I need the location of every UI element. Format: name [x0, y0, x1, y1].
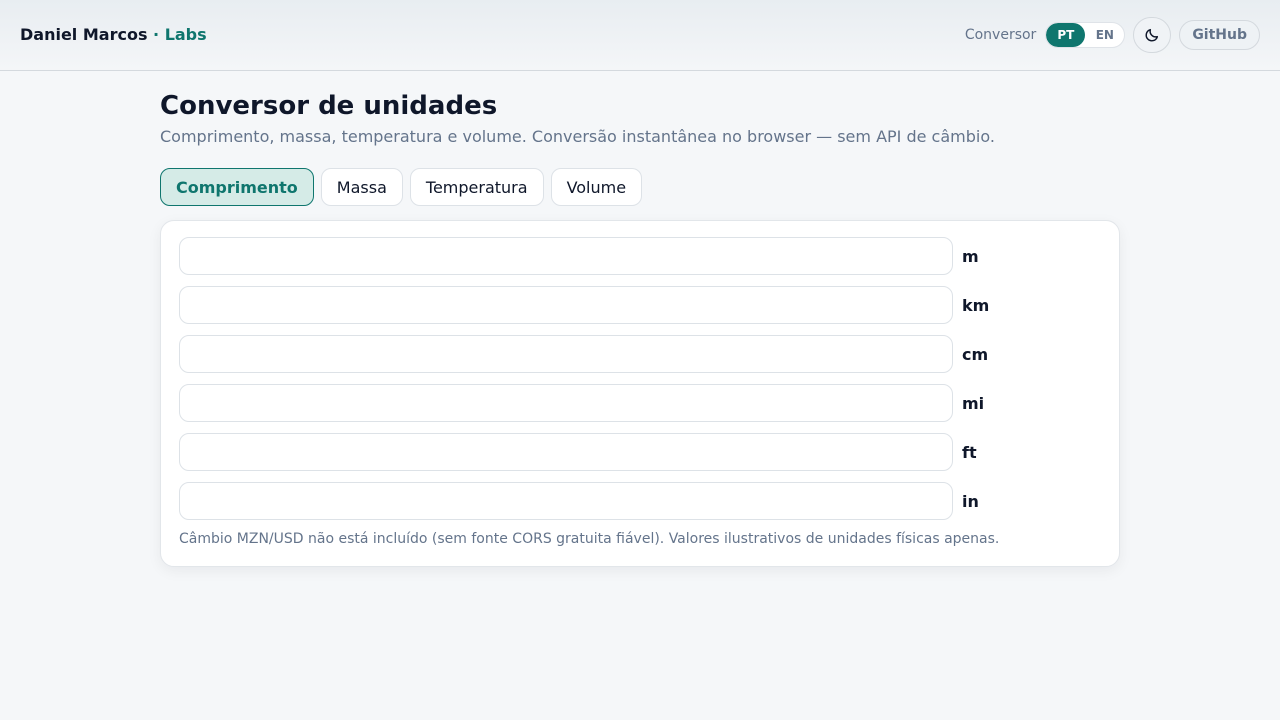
unit-label-m: m: [962, 246, 979, 266]
kilometers-input[interactable]: [179, 286, 953, 324]
unit-row-in: in: [179, 482, 1101, 520]
unit-label-cm: cm: [962, 344, 989, 364]
tab-temperatura[interactable]: Temperatura: [409, 168, 544, 206]
meters-input[interactable]: [179, 237, 953, 275]
top-bar: Daniel Marcos · Labs Conversor PT EN Git…: [0, 0, 1280, 71]
category-tabs: Comprimento Massa Temperatura Volume: [160, 168, 1120, 206]
unit-label-ft: ft: [962, 442, 977, 462]
tab-massa[interactable]: Massa: [320, 168, 403, 206]
page-subtitle: Comprimento, massa, temperatura e volume…: [160, 127, 995, 146]
theme-toggle-button[interactable]: [1133, 17, 1172, 53]
converter-card: m km cm mi ft in Câmbio MZN/USD não está…: [160, 220, 1120, 567]
header-actions: Conversor PT EN GitHub: [965, 17, 1260, 53]
unit-label-mi: mi: [962, 393, 985, 413]
page-title: Conversor de unidades: [160, 91, 498, 121]
tab-comprimento[interactable]: Comprimento: [160, 168, 314, 206]
nav-label: Conversor: [964, 27, 1037, 43]
unit-label-km: km: [962, 295, 990, 315]
language-toggle: PT EN: [1045, 22, 1126, 48]
main-content: Conversor de unidades Comprimento, massa…: [160, 90, 1120, 567]
feet-input[interactable]: [179, 433, 953, 471]
unit-row-ft: ft: [179, 433, 1101, 471]
centimeters-input[interactable]: [179, 335, 953, 373]
lang-en-button[interactable]: EN: [1085, 23, 1124, 47]
unit-row-km: km: [179, 286, 1101, 324]
inches-input[interactable]: [179, 482, 953, 520]
miles-input[interactable]: [179, 384, 953, 422]
unit-row-cm: cm: [179, 335, 1101, 373]
unit-row-mi: mi: [179, 384, 1101, 422]
brand-suffix: Labs: [164, 25, 207, 44]
tab-volume[interactable]: Volume: [550, 168, 643, 206]
lang-pt-button[interactable]: PT: [1046, 23, 1086, 47]
brand[interactable]: Daniel Marcos · Labs: [20, 25, 207, 44]
moon-icon: [1145, 28, 1159, 42]
github-button[interactable]: GitHub: [1179, 20, 1260, 50]
disclaimer-note: Câmbio MZN/USD não está incluído (sem fo…: [179, 531, 1000, 547]
unit-row-m: m: [179, 237, 1101, 275]
unit-label-in: in: [962, 491, 979, 511]
brand-separator: ·: [147, 25, 165, 44]
brand-name: Daniel Marcos: [20, 25, 148, 44]
